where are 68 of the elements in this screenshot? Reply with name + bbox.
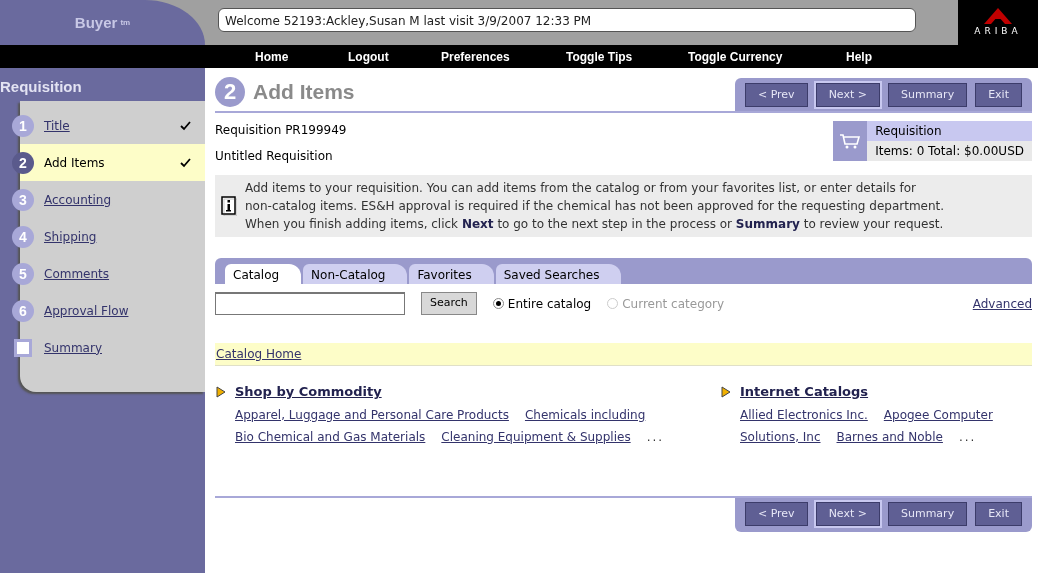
step-link[interactable]: Add Items — [44, 153, 105, 172]
more-label: ... — [958, 428, 977, 446]
category-link[interactable]: Barnes and Noble — [836, 427, 943, 446]
tab[interactable]: Favorites — [409, 264, 494, 284]
square-icon — [14, 338, 32, 357]
nav-link[interactable]: Help — [846, 49, 872, 64]
nav-link[interactable]: Toggle Tips — [566, 49, 633, 64]
step-link[interactable]: Summary — [44, 338, 102, 357]
cart-summary: Items: 0 Total: $0.00USD — [867, 141, 1032, 161]
nav-button[interactable]: < Prev — [744, 82, 808, 107]
radio-button[interactable] — [492, 298, 504, 309]
search-button[interactable]: Search — [421, 292, 477, 315]
step-number: 2 — [12, 151, 34, 174]
nav-link[interactable]: Home — [255, 49, 289, 64]
cart-icon — [839, 133, 862, 149]
info-text: Add items to your requisition. You can add items from the catalog or from your favorites list, or enter details for non-catalog items. ES&H approval is required if the chemical has not been approved for the requesting department. When you finish adding items, click Next to go to the next step in the process or Summary to review your request. — [245, 180, 945, 233]
page-title: Add Items — [253, 80, 355, 104]
step-link[interactable]: Shipping — [44, 227, 97, 246]
requisition-name: Untitled Requisition — [215, 148, 334, 165]
category-link[interactable]: Allied Electronics Inc. — [740, 405, 868, 424]
welcome-field: Welcome 52193:Ackley,Susan M last visit 3/9/2007 12:33 PM — [218, 8, 916, 32]
cart-title: Requisition — [867, 121, 1032, 141]
step-number: 3 — [12, 188, 34, 211]
nav-link[interactable]: Toggle Currency — [688, 49, 783, 64]
sidebar-title: Requisition — [0, 77, 83, 97]
step-number: 2 — [215, 77, 245, 107]
section-title[interactable]: Shop by Commodity — [235, 382, 382, 402]
radio-label: Current category — [622, 295, 725, 313]
category-link[interactable]: Solutions, Inc — [740, 427, 821, 446]
section-title[interactable]: Internet Catalogs — [740, 382, 869, 402]
search-field[interactable] — [215, 292, 405, 315]
nav-button[interactable]: Summary — [888, 501, 968, 526]
category-link[interactable]: Apogee Computer — [883, 405, 993, 424]
more-label: ... — [646, 428, 665, 446]
step-link[interactable]: Title — [44, 116, 70, 135]
breadcrumb-link[interactable]: Catalog Home — [216, 347, 302, 361]
nav-button[interactable]: Exit — [975, 501, 1022, 526]
nav-button[interactable]: Next > — [815, 82, 880, 107]
logo-icon — [983, 6, 1013, 25]
trademark-label: tm — [120, 18, 131, 27]
step-number: 4 — [12, 225, 34, 248]
step-number: 6 — [12, 299, 34, 322]
step-number: 5 — [12, 262, 34, 285]
category-link[interactable]: Chemicals including — [524, 405, 646, 424]
tab[interactable]: Catalog — [225, 264, 302, 284]
tab[interactable]: Non-Catalog — [303, 264, 408, 284]
logo-text: ARIBA — [974, 24, 1022, 38]
step-link[interactable]: Approval Flow — [44, 301, 129, 320]
requisition-id: Requisition PR199949 — [215, 122, 347, 139]
category-link[interactable]: Cleaning Equipment & Supplies — [441, 427, 631, 446]
category-link[interactable]: Bio Chemical and Gas Materials — [235, 427, 426, 446]
triangle-icon — [720, 385, 732, 398]
nav-button[interactable]: Summary — [888, 82, 968, 107]
nav-link[interactable]: Preferences — [441, 49, 510, 64]
radio-label: Entire catalog — [507, 295, 592, 313]
nav-button[interactable]: Next > — [815, 501, 880, 526]
nav-button[interactable]: Exit — [975, 82, 1022, 107]
nav-link[interactable]: Logout — [348, 49, 389, 64]
step-link[interactable]: Accounting — [44, 190, 111, 209]
nav-button[interactable]: < Prev — [744, 501, 808, 526]
category-link[interactable]: Apparel, Luggage and Personal Care Products — [235, 405, 509, 424]
product-name: Buyer — [74, 14, 118, 31]
triangle-icon — [215, 385, 227, 398]
step-link[interactable]: Comments — [44, 264, 110, 283]
step-number: 1 — [12, 114, 34, 137]
tab[interactable]: Saved Searches — [495, 264, 622, 284]
advanced-link[interactable]: Advanced — [972, 294, 1032, 313]
info-icon — [221, 196, 237, 216]
